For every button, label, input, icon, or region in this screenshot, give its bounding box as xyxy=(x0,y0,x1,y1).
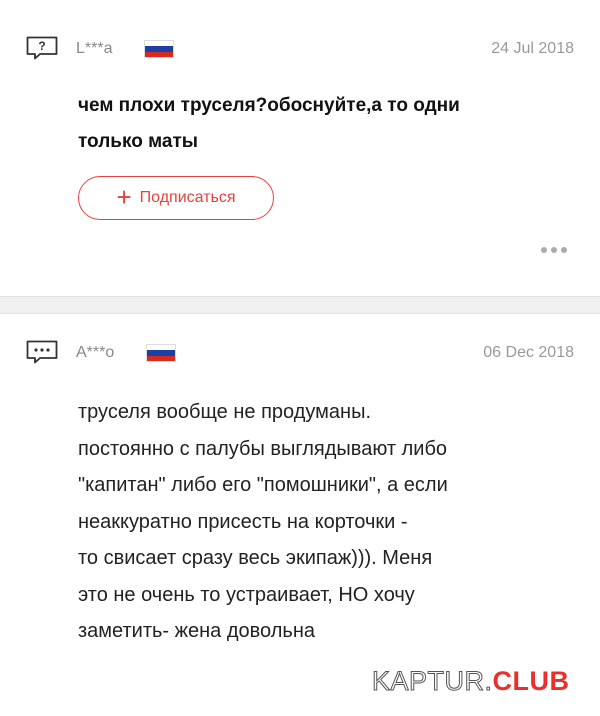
answer-text-line: заметить- жена довольна xyxy=(78,620,315,642)
answer-date: 06 Dec 2018 xyxy=(483,344,574,361)
svg-text:?: ? xyxy=(38,39,45,53)
answer-text-line: "капитан" либо его "помошники", а если xyxy=(78,474,448,496)
answer-text-line: постоянно с палубы выглядывают либо xyxy=(78,437,448,460)
watermark-part2: CLUB xyxy=(492,666,570,696)
site-watermark: KAPTUR.CLUB xyxy=(372,666,570,697)
answer-header: A***o 06 Dec 2018 xyxy=(26,340,574,370)
russia-flag-icon xyxy=(144,40,174,58)
question-header: ? L***a 24 Jul 2018 xyxy=(26,36,574,66)
card-separator xyxy=(0,296,600,314)
question-text-line: чем плохи труселя?обоснуйте,а то одни xyxy=(78,95,460,116)
answer-text-line: это не очень то устраивает, НО хочу xyxy=(78,583,415,606)
answer-text-line: то свисает сразу весь экипаж))). Меня xyxy=(78,547,433,569)
russia-flag-icon xyxy=(146,344,176,362)
answer-text-line: неаккуратно присесть на корточки - xyxy=(78,510,408,533)
question-card: ? L***a 24 Jul 2018 чем плохи труселя?об… xyxy=(0,0,600,296)
question-text: чем плохи труселя?обоснуйте,а то одни то… xyxy=(78,88,548,160)
question-date: 24 Jul 2018 xyxy=(491,40,574,57)
answer-text: труселя вообще не продуманы. постоянно с… xyxy=(78,394,578,650)
comment-bubble-icon xyxy=(26,340,58,364)
question-bubble-icon: ? xyxy=(26,36,58,60)
subscribe-button[interactable]: + Подписаться xyxy=(78,176,274,220)
watermark-part1: KAPTUR. xyxy=(372,666,493,697)
answer-username[interactable]: A***o xyxy=(76,344,114,362)
more-dots-icon[interactable] xyxy=(536,243,572,257)
answer-text-line: труселя вообще не продуманы. xyxy=(78,401,372,423)
plus-icon: + xyxy=(116,182,132,212)
question-text-line: только маты xyxy=(78,131,198,152)
subscribe-label: Подписаться xyxy=(139,189,236,206)
question-username[interactable]: L***a xyxy=(76,40,112,58)
